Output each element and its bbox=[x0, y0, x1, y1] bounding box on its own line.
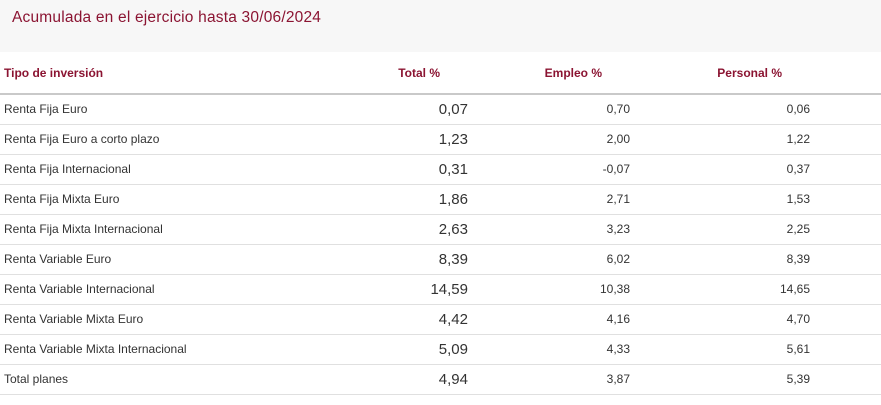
cell-tipo-de-inversion: Renta Variable Euro bbox=[0, 244, 390, 274]
table-row: Total planes 4,94 3,87 5,39 bbox=[0, 364, 881, 394]
cell-empleo-pct: 3,23 bbox=[470, 214, 632, 244]
cell-tipo-de-inversion: Renta Fija Euro a corto plazo bbox=[0, 124, 390, 154]
table-row: Renta Fija Euro 0,07 0,70 0,06 bbox=[0, 94, 881, 124]
cell-total-pct: 1,23 bbox=[390, 124, 470, 154]
table-header-row: Tipo de inversión Total % Empleo % Perso… bbox=[0, 52, 881, 94]
returns-panel: Acumulada en el ejercicio hasta 30/06/20… bbox=[0, 0, 881, 405]
table-row: Renta Fija Euro a corto plazo 1,23 2,00 … bbox=[0, 124, 881, 154]
cell-total-pct: 14,59 bbox=[390, 274, 470, 304]
cell-tipo-de-inversion: Renta Fija Internacional bbox=[0, 154, 390, 184]
cell-filler bbox=[812, 364, 881, 394]
cell-empleo-pct: 6,02 bbox=[470, 244, 632, 274]
cell-filler bbox=[812, 304, 881, 334]
table-header: Tipo de inversión Total % Empleo % Perso… bbox=[0, 52, 881, 94]
cell-total-pct: 1,86 bbox=[390, 184, 470, 214]
cell-tipo-de-inversion: Renta Variable Internacional bbox=[0, 274, 390, 304]
table-row: Renta Fija Mixta Internacional 2,63 3,23… bbox=[0, 214, 881, 244]
cell-filler bbox=[812, 154, 881, 184]
cell-personal-pct: 1,53 bbox=[632, 184, 812, 214]
table-row: Renta Fija Mixta Euro 1,86 2,71 1,53 bbox=[0, 184, 881, 214]
cell-empleo-pct: -0,07 bbox=[470, 154, 632, 184]
cell-filler bbox=[812, 274, 881, 304]
cell-filler bbox=[812, 334, 881, 364]
cell-empleo-pct: 4,16 bbox=[470, 304, 632, 334]
table-row: Renta Variable Mixta Euro 4,42 4,16 4,70 bbox=[0, 304, 881, 334]
cell-filler bbox=[812, 244, 881, 274]
table-row: Renta Fija Internacional 0,31 -0,07 0,37 bbox=[0, 154, 881, 184]
cell-total-pct: 2,63 bbox=[390, 214, 470, 244]
cell-personal-pct: 5,39 bbox=[632, 364, 812, 394]
cell-empleo-pct: 10,38 bbox=[470, 274, 632, 304]
cell-total-pct: 5,09 bbox=[390, 334, 470, 364]
cell-personal-pct: 0,37 bbox=[632, 154, 812, 184]
table-row: Renta Variable Mixta Internacional 5,09 … bbox=[0, 334, 881, 364]
cell-tipo-de-inversion: Renta Variable Mixta Internacional bbox=[0, 334, 390, 364]
cell-empleo-pct: 0,70 bbox=[470, 94, 632, 124]
column-header-filler bbox=[812, 52, 881, 94]
cell-personal-pct: 1,22 bbox=[632, 124, 812, 154]
cell-personal-pct: 14,65 bbox=[632, 274, 812, 304]
column-header-total: Total % bbox=[390, 52, 470, 94]
table-body: Renta Fija Euro 0,07 0,70 0,06 Renta Fij… bbox=[0, 94, 881, 394]
column-header-tipo-de-inversion: Tipo de inversión bbox=[0, 52, 390, 94]
cell-tipo-de-inversion: Renta Variable Mixta Euro bbox=[0, 304, 390, 334]
column-header-personal: Personal % bbox=[632, 52, 812, 94]
cell-filler bbox=[812, 124, 881, 154]
cell-filler bbox=[812, 94, 881, 124]
cell-empleo-pct: 3,87 bbox=[470, 364, 632, 394]
cell-personal-pct: 2,25 bbox=[632, 214, 812, 244]
cell-personal-pct: 5,61 bbox=[632, 334, 812, 364]
cell-filler bbox=[812, 184, 881, 214]
cell-filler bbox=[812, 214, 881, 244]
cell-total-pct: 0,31 bbox=[390, 154, 470, 184]
cell-empleo-pct: 4,33 bbox=[470, 334, 632, 364]
page-title: Acumulada en el ejercicio hasta 30/06/20… bbox=[12, 9, 881, 27]
cell-empleo-pct: 2,71 bbox=[470, 184, 632, 214]
cell-personal-pct: 8,39 bbox=[632, 244, 812, 274]
table-row: Renta Variable Euro 8,39 6,02 8,39 bbox=[0, 244, 881, 274]
cell-tipo-de-inversion: Renta Fija Euro bbox=[0, 94, 390, 124]
column-header-empleo: Empleo % bbox=[470, 52, 632, 94]
cell-tipo-de-inversion: Total planes bbox=[0, 364, 390, 394]
title-band: Acumulada en el ejercicio hasta 30/06/20… bbox=[0, 0, 881, 52]
cell-personal-pct: 0,06 bbox=[632, 94, 812, 124]
returns-table: Tipo de inversión Total % Empleo % Perso… bbox=[0, 52, 881, 395]
cell-personal-pct: 4,70 bbox=[632, 304, 812, 334]
cell-total-pct: 4,42 bbox=[390, 304, 470, 334]
cell-empleo-pct: 2,00 bbox=[470, 124, 632, 154]
cell-tipo-de-inversion: Renta Fija Mixta Euro bbox=[0, 184, 390, 214]
table-row: Renta Variable Internacional 14,59 10,38… bbox=[0, 274, 881, 304]
cell-total-pct: 0,07 bbox=[390, 94, 470, 124]
cell-tipo-de-inversion: Renta Fija Mixta Internacional bbox=[0, 214, 390, 244]
cell-total-pct: 8,39 bbox=[390, 244, 470, 274]
cell-total-pct: 4,94 bbox=[390, 364, 470, 394]
